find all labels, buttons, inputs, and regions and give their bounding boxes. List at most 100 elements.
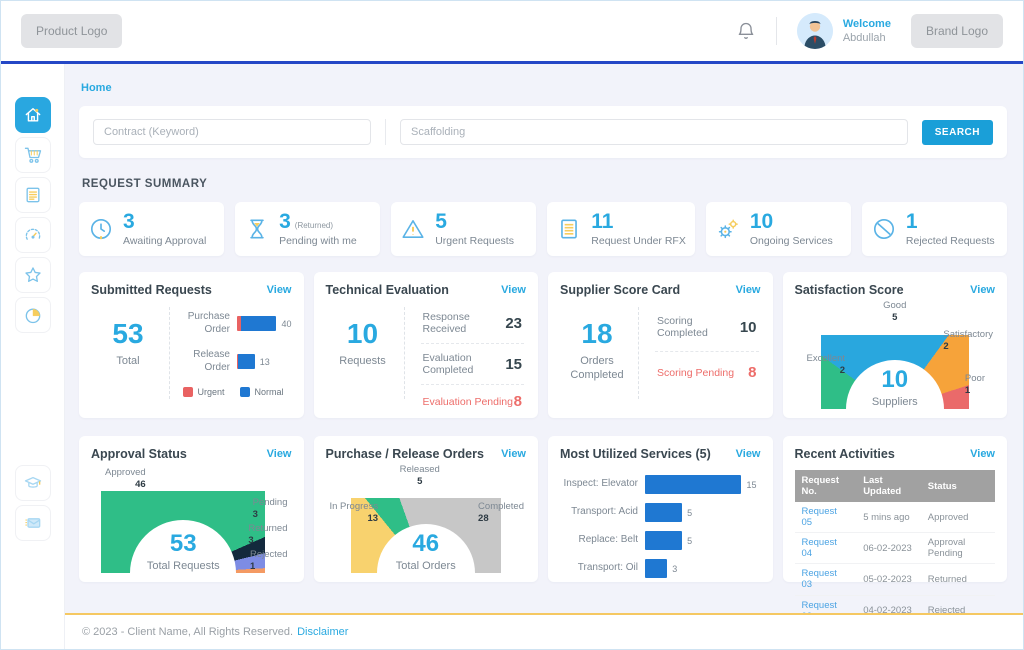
copyright-text: © 2023 - Client Name, All Rights Reserve… bbox=[82, 626, 293, 638]
view-link[interactable]: View bbox=[267, 284, 292, 296]
view-link[interactable]: View bbox=[736, 448, 761, 460]
stat-value: 3 bbox=[279, 211, 291, 232]
summary-card-request-under-rfx[interactable]: 11 Request Under RFX bbox=[547, 202, 695, 256]
legend-item-normal: Normal bbox=[240, 387, 283, 397]
request-link[interactable]: Request 05 bbox=[795, 502, 857, 533]
sidebar-item-reports[interactable] bbox=[15, 297, 51, 333]
request-link[interactable]: Request 03 bbox=[795, 564, 857, 595]
request-link[interactable]: Request 04 bbox=[795, 533, 857, 564]
column-header: Last Updated bbox=[856, 470, 921, 502]
purchase-order-bar bbox=[237, 316, 276, 331]
user-menu[interactable]: Welcome Abdullah bbox=[797, 13, 891, 49]
approval-gauge: 53Total Requests Approved46 Pending3 Ret… bbox=[91, 467, 292, 575]
gauge-label-pending: Pending3 bbox=[253, 497, 288, 522]
sidebar-item-cart[interactable] bbox=[15, 137, 51, 173]
stat-label: Rejected Requests bbox=[906, 235, 995, 247]
recent-activities-card: Recent Activities View Request No. Last … bbox=[783, 436, 1008, 582]
view-link[interactable]: View bbox=[501, 448, 526, 460]
view-link[interactable]: View bbox=[970, 448, 995, 460]
approval-status-card: Approval Status View 53Total Requests Ap… bbox=[79, 436, 304, 582]
divider bbox=[169, 307, 170, 399]
search-panel: SEARCH bbox=[79, 106, 1007, 158]
bar-row: Purchase Order 40 bbox=[178, 311, 292, 336]
gauge-label-excellent: Excellent2 bbox=[807, 353, 846, 378]
gauge-label-approved: Approved46 bbox=[105, 467, 146, 492]
star-icon bbox=[23, 265, 43, 285]
search-button[interactable]: SEARCH bbox=[922, 120, 993, 145]
view-link[interactable]: View bbox=[736, 284, 761, 296]
product-logo-button[interactable]: Product Logo bbox=[21, 14, 122, 48]
view-link[interactable]: View bbox=[267, 448, 292, 460]
disclaimer-link[interactable]: Disclaimer bbox=[297, 626, 348, 638]
most-utilized-services-card: Most Utilized Services (5) View Inspect:… bbox=[548, 436, 773, 582]
view-link[interactable]: View bbox=[970, 284, 995, 296]
stacked-bar-chart: Purchase Order 40 Release Order 13 Urgen… bbox=[178, 303, 292, 403]
welcome-label: Welcome bbox=[843, 18, 891, 30]
bar-value: 40 bbox=[281, 319, 291, 329]
stat-list: Scoring Completed10 Scoring Pending8 bbox=[647, 303, 761, 403]
gauge-center-label: Suppliers bbox=[821, 395, 969, 409]
sidebar-item-favorites[interactable] bbox=[15, 257, 51, 293]
cart-icon bbox=[23, 145, 43, 165]
gauge-center-value: 53 bbox=[101, 531, 265, 557]
stat-label: Awaiting Approval bbox=[123, 235, 206, 247]
submitted-requests-card: Submitted Requests View 53 Total Purchas… bbox=[79, 272, 304, 418]
clock-icon bbox=[88, 216, 114, 242]
notification-bell-button[interactable] bbox=[736, 21, 756, 41]
stat-row: Evaluation Completed15 bbox=[421, 344, 525, 385]
legend: Urgent Normal bbox=[178, 387, 292, 397]
graduation-cap-icon bbox=[23, 473, 43, 493]
stat-note: (Returned) bbox=[295, 221, 333, 230]
total-value: 10 bbox=[326, 319, 400, 350]
gauge-center-label: Total Orders bbox=[351, 559, 501, 573]
pie-chart-icon bbox=[23, 305, 43, 325]
bar-row: Release Order 13 bbox=[178, 349, 292, 374]
summary-card-pending-with-me[interactable]: 3(Returned) Pending with me bbox=[235, 202, 380, 256]
sidebar-item-dashboard[interactable] bbox=[15, 217, 51, 253]
stat-row: Scoring Completed10 bbox=[655, 303, 759, 352]
card-title: Purchase / Release Orders bbox=[326, 447, 484, 461]
total-label: Requests bbox=[326, 354, 400, 368]
rfx-document-icon bbox=[556, 216, 582, 242]
sidebar-item-training[interactable] bbox=[15, 465, 51, 501]
bar-row: Inspect: Elevator15 bbox=[560, 475, 757, 494]
hourglass-icon bbox=[244, 216, 270, 242]
view-link[interactable]: View bbox=[501, 284, 526, 296]
sidebar-item-documents[interactable] bbox=[15, 177, 51, 213]
column-header: Request No. bbox=[795, 470, 857, 502]
bar-label: Purchase Order bbox=[178, 311, 230, 336]
gauge-center-label: Total Requests bbox=[101, 559, 265, 573]
supplier-score-card: Supplier Score Card View 18 Orders Compl… bbox=[548, 272, 773, 418]
total-value: 53 bbox=[91, 319, 165, 350]
release-order-bar bbox=[237, 354, 255, 369]
gauge-icon bbox=[23, 225, 43, 245]
sidebar-item-messages[interactable] bbox=[15, 505, 51, 541]
satisfaction-score-card: Satisfaction Score View 10Suppliers Exce… bbox=[783, 272, 1008, 418]
footer: © 2023 - Client Name, All Rights Reserve… bbox=[65, 613, 1023, 649]
request-link[interactable]: Request 02 bbox=[795, 595, 857, 613]
technical-evaluation-card: Technical Evaluation View 10 Requests Re… bbox=[314, 272, 539, 418]
card-title: Technical Evaluation bbox=[326, 283, 449, 297]
column-header: Status bbox=[921, 470, 995, 502]
bar-row: Transport: Oil3 bbox=[560, 559, 757, 578]
summary-card-awaiting-approval[interactable]: 3 Awaiting Approval bbox=[79, 202, 224, 256]
breadcrumb[interactable]: Home bbox=[81, 82, 112, 94]
stat-value: 3 bbox=[123, 211, 135, 232]
stat-row-alert: Scoring Pending8 bbox=[655, 352, 759, 393]
legend-item-urgent: Urgent bbox=[183, 387, 224, 397]
gauge-label-poor: Poor1 bbox=[965, 373, 985, 398]
sidebar-item-home[interactable] bbox=[15, 97, 51, 133]
gauge-label-completed: Completed28 bbox=[478, 501, 524, 526]
search-divider bbox=[385, 119, 386, 145]
contract-keyword-input[interactable] bbox=[93, 119, 371, 145]
category-input[interactable] bbox=[400, 119, 908, 145]
card-title: Supplier Score Card bbox=[560, 283, 680, 297]
charts-row-1: Submitted Requests View 53 Total Purchas… bbox=[79, 272, 1007, 418]
summary-card-urgent-requests[interactable]: 5 Urgent Requests bbox=[391, 202, 536, 256]
brand-logo-button[interactable]: Brand Logo bbox=[911, 14, 1003, 48]
charts-row-2: Approval Status View 53Total Requests Ap… bbox=[79, 436, 1007, 582]
stat-row: Response Received23 bbox=[421, 303, 525, 344]
summary-card-ongoing-services[interactable]: 10 Ongoing Services bbox=[706, 202, 851, 256]
summary-card-rejected-requests[interactable]: 1 Rejected Requests bbox=[862, 202, 1007, 256]
total-label: Orders Completed bbox=[560, 354, 634, 383]
